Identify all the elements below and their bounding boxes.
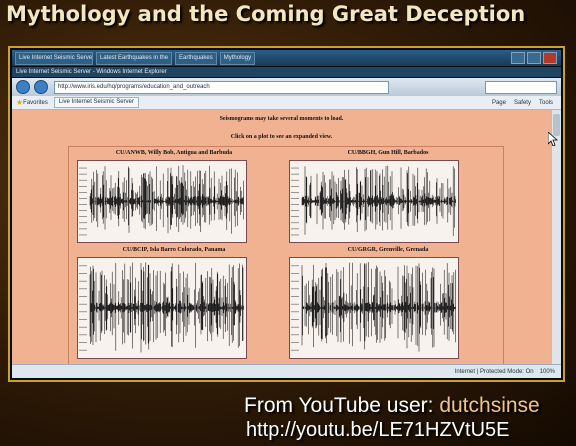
address-toolbar: http://www.iris.edu/hq/programs/educatio… xyxy=(12,78,561,96)
active-page-tab[interactable]: Live Internet Seismic Server xyxy=(53,97,139,108)
favorites-star-icon[interactable]: ★ xyxy=(16,98,23,107)
command-bar: Page Safety Tools xyxy=(492,100,561,106)
slide-title: Mythology and the Coming Great Deception xyxy=(6,2,526,26)
seismogram-trace xyxy=(291,165,456,236)
window-title: Live Internet Seismic Server - Windows I… xyxy=(12,67,561,77)
load-note: Seismograms may take several moments to … xyxy=(219,116,344,122)
window-tab[interactable]: Mythology xyxy=(219,51,256,65)
plots-panel: CU/ANWB, Willy Bob, Antigua and Barbuda … xyxy=(68,146,504,364)
seismogram-plot[interactable] xyxy=(289,160,459,243)
search-input[interactable] xyxy=(485,80,557,94)
plot-caption: CU/GRGR, Grenville, Grenada xyxy=(347,247,429,253)
security-zone: Internet | Protected Mode: On xyxy=(454,368,534,375)
trace-path xyxy=(301,262,456,352)
trace-path xyxy=(89,262,244,353)
tools-menu[interactable]: Tools xyxy=(539,100,553,106)
credit-user[interactable]: dutchsinse xyxy=(439,394,539,417)
safety-menu[interactable]: Safety xyxy=(514,100,531,106)
trace-path xyxy=(301,165,456,236)
vertical-scrollbar[interactable] xyxy=(551,110,561,364)
window-tab[interactable]: Live Internet Seismic Server xyxy=(15,51,93,65)
browser-window: Live Internet Seismic Server Latest Eart… xyxy=(8,46,565,382)
youtube-credit: From YouTube user: dutchsinse xyxy=(244,394,574,418)
youtube-url[interactable]: http://youtu.be/LE71HZVtU5E xyxy=(246,419,576,442)
back-icon[interactable] xyxy=(16,80,30,94)
favorites-bar: ★ Favorites Live Internet Seismic Server… xyxy=(12,96,561,110)
window-controls xyxy=(511,52,561,64)
plot-caption: CU/BBGH, Gun Hill, Barbados xyxy=(347,150,429,156)
window-tab-bar: Live Internet Seismic Server Latest Eart… xyxy=(12,50,561,66)
maximize-icon[interactable] xyxy=(527,52,541,64)
address-input[interactable]: http://www.iris.edu/hq/programs/educatio… xyxy=(54,80,389,94)
trace-path xyxy=(89,165,244,234)
seismogram-trace xyxy=(79,165,244,236)
window-tab[interactable]: Latest Earthquakes in the xyxy=(96,51,173,65)
seismogram-plot[interactable] xyxy=(77,160,247,243)
page-menu[interactable]: Page xyxy=(492,100,506,106)
plot-caption: CU/ANWB, Willy Bob, Antigua and Barbuda xyxy=(115,150,233,156)
close-icon[interactable] xyxy=(543,52,557,64)
seismogram-trace xyxy=(79,262,244,353)
plot-caption: CU/BCIP, Isla Barro Colorado, Panama xyxy=(122,247,226,253)
mouse-cursor-icon xyxy=(548,132,558,146)
seismogram-plot[interactable] xyxy=(289,257,459,359)
favorites-label[interactable]: Favorites xyxy=(23,100,48,106)
status-bar: Internet | Protected Mode: On 100% xyxy=(12,364,561,378)
click-instruction: Click on a plot to see an expanded view. xyxy=(230,134,333,140)
credit-prefix: From YouTube user: xyxy=(244,394,440,417)
minimize-icon[interactable] xyxy=(511,52,525,64)
seismogram-trace xyxy=(291,262,456,352)
seismogram-plot[interactable] xyxy=(77,257,247,359)
window-tab[interactable]: Earthquakes xyxy=(175,51,217,65)
zoom-level[interactable]: 100% xyxy=(540,369,555,375)
forward-icon[interactable] xyxy=(34,80,48,94)
page-content: Seismograms may take several moments to … xyxy=(12,110,561,364)
